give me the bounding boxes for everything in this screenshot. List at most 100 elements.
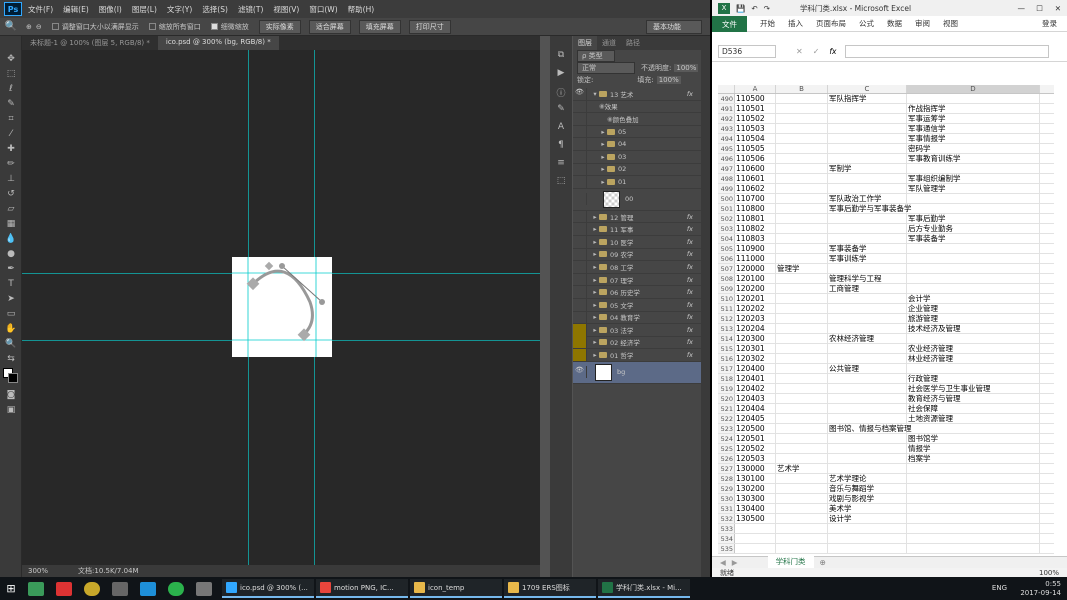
table-cell[interactable] <box>776 124 828 133</box>
table-cell[interactable] <box>907 264 1040 273</box>
table-cell[interactable]: 军事后勤学 <box>907 214 1040 223</box>
fx-icon[interactable]: fx <box>687 238 693 246</box>
row-header[interactable]: 510 <box>718 294 735 303</box>
table-cell[interactable]: 120300 <box>735 334 776 343</box>
table-cell[interactable] <box>907 274 1040 283</box>
table-cell[interactable]: 军事教育训练学 <box>907 154 1040 163</box>
fx-icon[interactable]: fx <box>687 301 693 309</box>
file-tab[interactable]: 文件 <box>712 15 747 32</box>
row-header[interactable]: 490 <box>718 94 735 103</box>
layer-row[interactable]: ▸ 12 管理 fx <box>573 210 701 224</box>
row-header[interactable]: 505 <box>718 244 735 253</box>
menu-layer[interactable]: 图层(L) <box>132 4 157 15</box>
tab-page-layout[interactable]: 页面布局 <box>816 18 846 29</box>
row-header[interactable]: 516 <box>718 354 735 363</box>
expand-right-icon[interactable]: ▸ <box>591 338 599 346</box>
tab-review[interactable]: 审阅 <box>915 18 930 29</box>
undo-icon[interactable]: ↶ <box>751 4 757 13</box>
table-cell[interactable] <box>776 244 828 253</box>
table-cell[interactable]: 110803 <box>735 234 776 243</box>
table-cell[interactable]: 美术学 <box>828 504 907 513</box>
table-cell[interactable] <box>907 194 1040 203</box>
lasso-tool-icon[interactable]: ℓ <box>4 82 18 96</box>
column-header-b[interactable]: B <box>776 85 828 93</box>
opacity-input[interactable]: 100% <box>674 64 699 72</box>
table-cell[interactable] <box>828 114 907 123</box>
table-cell[interactable] <box>907 514 1040 523</box>
row-header[interactable]: 523 <box>718 424 735 433</box>
row-header[interactable]: 533 <box>718 524 735 533</box>
table-cell[interactable]: 军队政治工作学 <box>828 194 907 203</box>
layer-row[interactable]: ▸ 03 法学 fx <box>573 323 701 337</box>
layer-row[interactable]: ▸ 04 教育学 fx <box>573 311 701 325</box>
expand-right-icon[interactable]: ▸ <box>599 140 607 148</box>
table-cell[interactable]: 军事装备学 <box>907 234 1040 243</box>
row-header[interactable]: 493 <box>718 124 735 133</box>
table-cell[interactable] <box>776 374 828 383</box>
expand-right-icon[interactable]: ▸ <box>591 301 599 309</box>
menu-edit[interactable]: 编辑(E) <box>63 4 89 15</box>
expand-right-icon[interactable]: ▸ <box>591 250 599 258</box>
table-cell[interactable] <box>828 184 907 193</box>
cancel-entry-icon[interactable]: ✕ <box>796 47 803 56</box>
row-header[interactable]: 491 <box>718 104 735 113</box>
wechat-icon[interactable] <box>168 581 184 596</box>
fill-screen-button[interactable]: 填充屏幕 <box>358 19 401 34</box>
layer-row[interactable]: ▸ 09 农学 fx <box>573 248 701 262</box>
table-cell[interactable] <box>776 184 828 193</box>
table-cell[interactable]: 110506 <box>735 154 776 163</box>
row-header[interactable]: 520 <box>718 394 735 403</box>
table-cell[interactable]: 军事装备学 <box>828 244 907 253</box>
tray-time[interactable]: 0:55 <box>1020 580 1061 589</box>
table-cell[interactable]: 军事后勤学与军事装备学 <box>828 204 912 213</box>
row-header[interactable]: 519 <box>718 384 735 393</box>
table-cell[interactable] <box>735 544 776 553</box>
table-cell[interactable] <box>735 524 776 533</box>
table-cell[interactable]: 企业管理 <box>907 304 1040 313</box>
table-cell[interactable] <box>828 314 907 323</box>
layer-row[interactable]: ▸ 03 <box>573 150 701 164</box>
dodge-tool-icon[interactable]: ● <box>4 247 18 261</box>
formula-input[interactable] <box>844 45 1049 58</box>
table-cell[interactable]: 120404 <box>735 404 776 413</box>
row-header[interactable]: 517 <box>718 364 735 373</box>
table-cell[interactable]: 军事组织编制学 <box>907 174 1040 183</box>
table-cell[interactable] <box>828 404 907 413</box>
table-cell[interactable] <box>776 274 828 283</box>
table-cell[interactable] <box>907 244 1040 253</box>
table-cell[interactable]: 图书馆、情报与档案管理 <box>828 424 912 433</box>
expand-right-icon[interactable]: ▸ <box>591 326 599 334</box>
move-tool-icon[interactable]: ✥ <box>4 52 18 66</box>
layer-row[interactable]: ▸ 11 军事 fx <box>573 223 701 236</box>
table-cell[interactable]: 130300 <box>735 494 776 503</box>
table-cell[interactable] <box>776 534 828 543</box>
tab-home[interactable]: 开始 <box>760 18 775 29</box>
table-cell[interactable] <box>776 304 828 313</box>
table-cell[interactable] <box>907 254 1040 263</box>
table-cell[interactable] <box>907 204 1040 213</box>
row-header[interactable]: 495 <box>718 144 735 153</box>
table-cell[interactable]: 110500 <box>735 94 776 103</box>
table-cell[interactable] <box>776 454 828 463</box>
table-cell[interactable] <box>776 514 828 523</box>
expand-right-icon[interactable]: ▸ <box>591 213 599 221</box>
table-cell[interactable] <box>828 144 907 153</box>
navigator-panel-icon[interactable]: ⬚ <box>554 176 568 190</box>
table-cell[interactable] <box>907 474 1040 483</box>
menu-file[interactable]: 文件(F) <box>28 4 53 15</box>
table-cell[interactable] <box>828 394 907 403</box>
clone-stamp-icon[interactable]: ⊥ <box>4 172 18 186</box>
layer-row[interactable]: ▸ 01 哲学 fx <box>573 349 701 362</box>
zoom-tool-icon[interactable]: 🔍 <box>4 337 18 351</box>
table-cell[interactable] <box>907 424 1040 433</box>
start-icon[interactable]: ⊞ <box>0 582 22 595</box>
table-cell[interactable]: 120301 <box>735 344 776 353</box>
table-cell[interactable] <box>828 384 907 393</box>
visibility-eye-icon[interactable] <box>573 273 587 286</box>
layer-row[interactable]: ▸ 04 <box>573 138 701 151</box>
table-cell[interactable]: 120200 <box>735 284 776 293</box>
tab-ico-psd[interactable]: ico.psd @ 300% (bg, RGB/8) * <box>157 36 279 50</box>
expand-right-icon[interactable]: ▸ <box>591 225 599 233</box>
eyedropper-icon[interactable]: ⁄ <box>4 127 18 141</box>
table-cell[interactable]: 农业经济管理 <box>907 344 1040 353</box>
